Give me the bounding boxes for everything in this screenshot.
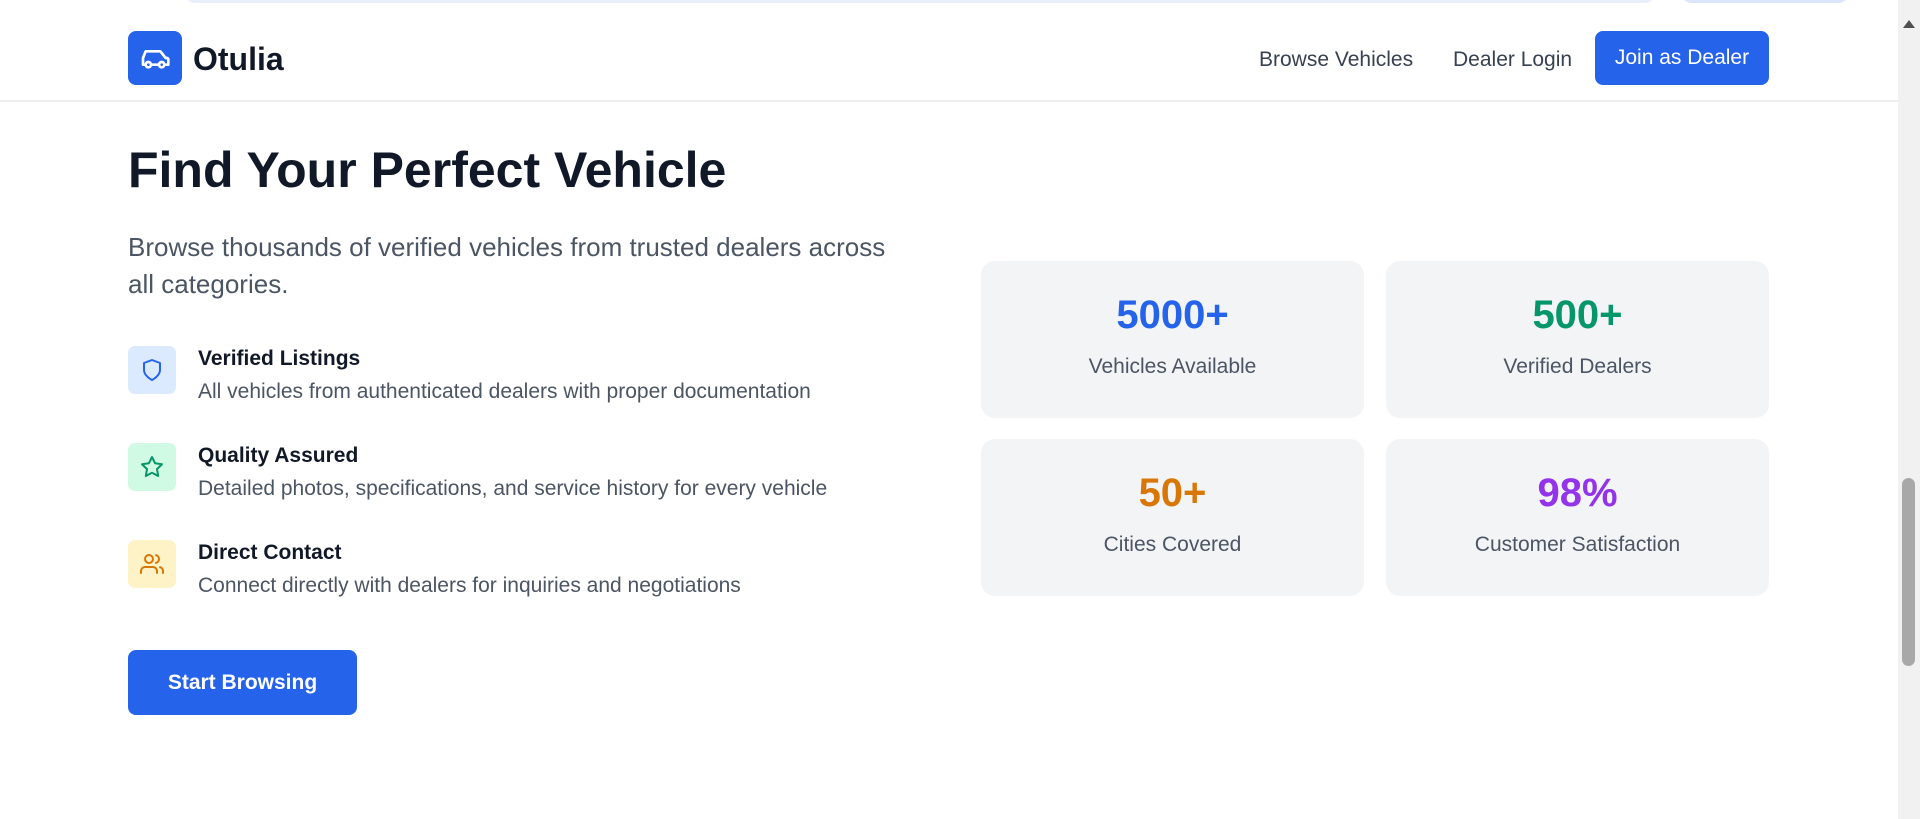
hero-title: Find Your Perfect Vehicle — [128, 142, 727, 198]
page-scrollbar[interactable] — [1898, 0, 1920, 819]
search-bar-edge[interactable] — [185, 0, 1655, 3]
brand-name[interactable]: Otulia — [193, 40, 284, 78]
stat-label: Customer Satisfaction — [1474, 533, 1681, 556]
hero-subtitle: Browse thousands of verified vehicles fr… — [128, 232, 886, 299]
feature-quality-assured: Quality Assured Detailed photos, specifi… — [128, 443, 928, 507]
nav-dealer-login[interactable]: Dealer Login — [1453, 47, 1572, 73]
feature-title: Direct Contact — [198, 541, 342, 564]
feature-description: All vehicles from authenticated dealers … — [198, 380, 811, 403]
stat-value: 500+ — [1532, 293, 1623, 337]
stat-label: Cities Covered — [1103, 533, 1242, 556]
feature-title: Quality Assured — [198, 444, 359, 467]
feature-description: Connect directly with dealers for inquir… — [198, 574, 741, 597]
start-browsing-button[interactable]: Start Browsing — [128, 650, 357, 715]
feature-description: Detailed photos, specifications, and ser… — [198, 477, 828, 500]
shield-icon — [128, 346, 176, 394]
stat-label: Vehicles Available — [1088, 355, 1257, 378]
stat-card-satisfaction: 98% Customer Satisfaction — [1386, 439, 1769, 596]
scroll-up-arrow-icon[interactable] — [1903, 20, 1915, 28]
stat-card-vehicles: 5000+ Vehicles Available — [981, 261, 1364, 418]
feature-direct-contact: Direct Contact Connect directly with dea… — [128, 540, 928, 604]
site-header: Otulia Browse Vehicles Dealer Login Join… — [0, 14, 1898, 102]
previous-section-edge — [0, 0, 1898, 15]
feature-verified-listings: Verified Listings All vehicles from auth… — [128, 346, 928, 410]
stat-value: 98% — [1537, 471, 1618, 515]
users-icon — [128, 540, 176, 588]
stat-value: 50+ — [1138, 471, 1207, 515]
car-logo-icon[interactable] — [128, 31, 182, 85]
stat-value: 5000+ — [1116, 293, 1229, 337]
search-button-edge[interactable] — [1680, 0, 1850, 3]
stat-card-cities: 50+ Cities Covered — [981, 439, 1364, 596]
stat-label: Verified Dealers — [1503, 355, 1652, 378]
feature-title: Verified Listings — [198, 347, 361, 370]
nav-browse-vehicles[interactable]: Browse Vehicles — [1259, 47, 1413, 73]
star-icon — [128, 443, 176, 491]
scrollbar-thumb[interactable] — [1902, 478, 1915, 666]
stat-card-dealers: 500+ Verified Dealers — [1386, 261, 1769, 418]
join-as-dealer-button[interactable]: Join as Dealer — [1595, 31, 1769, 85]
